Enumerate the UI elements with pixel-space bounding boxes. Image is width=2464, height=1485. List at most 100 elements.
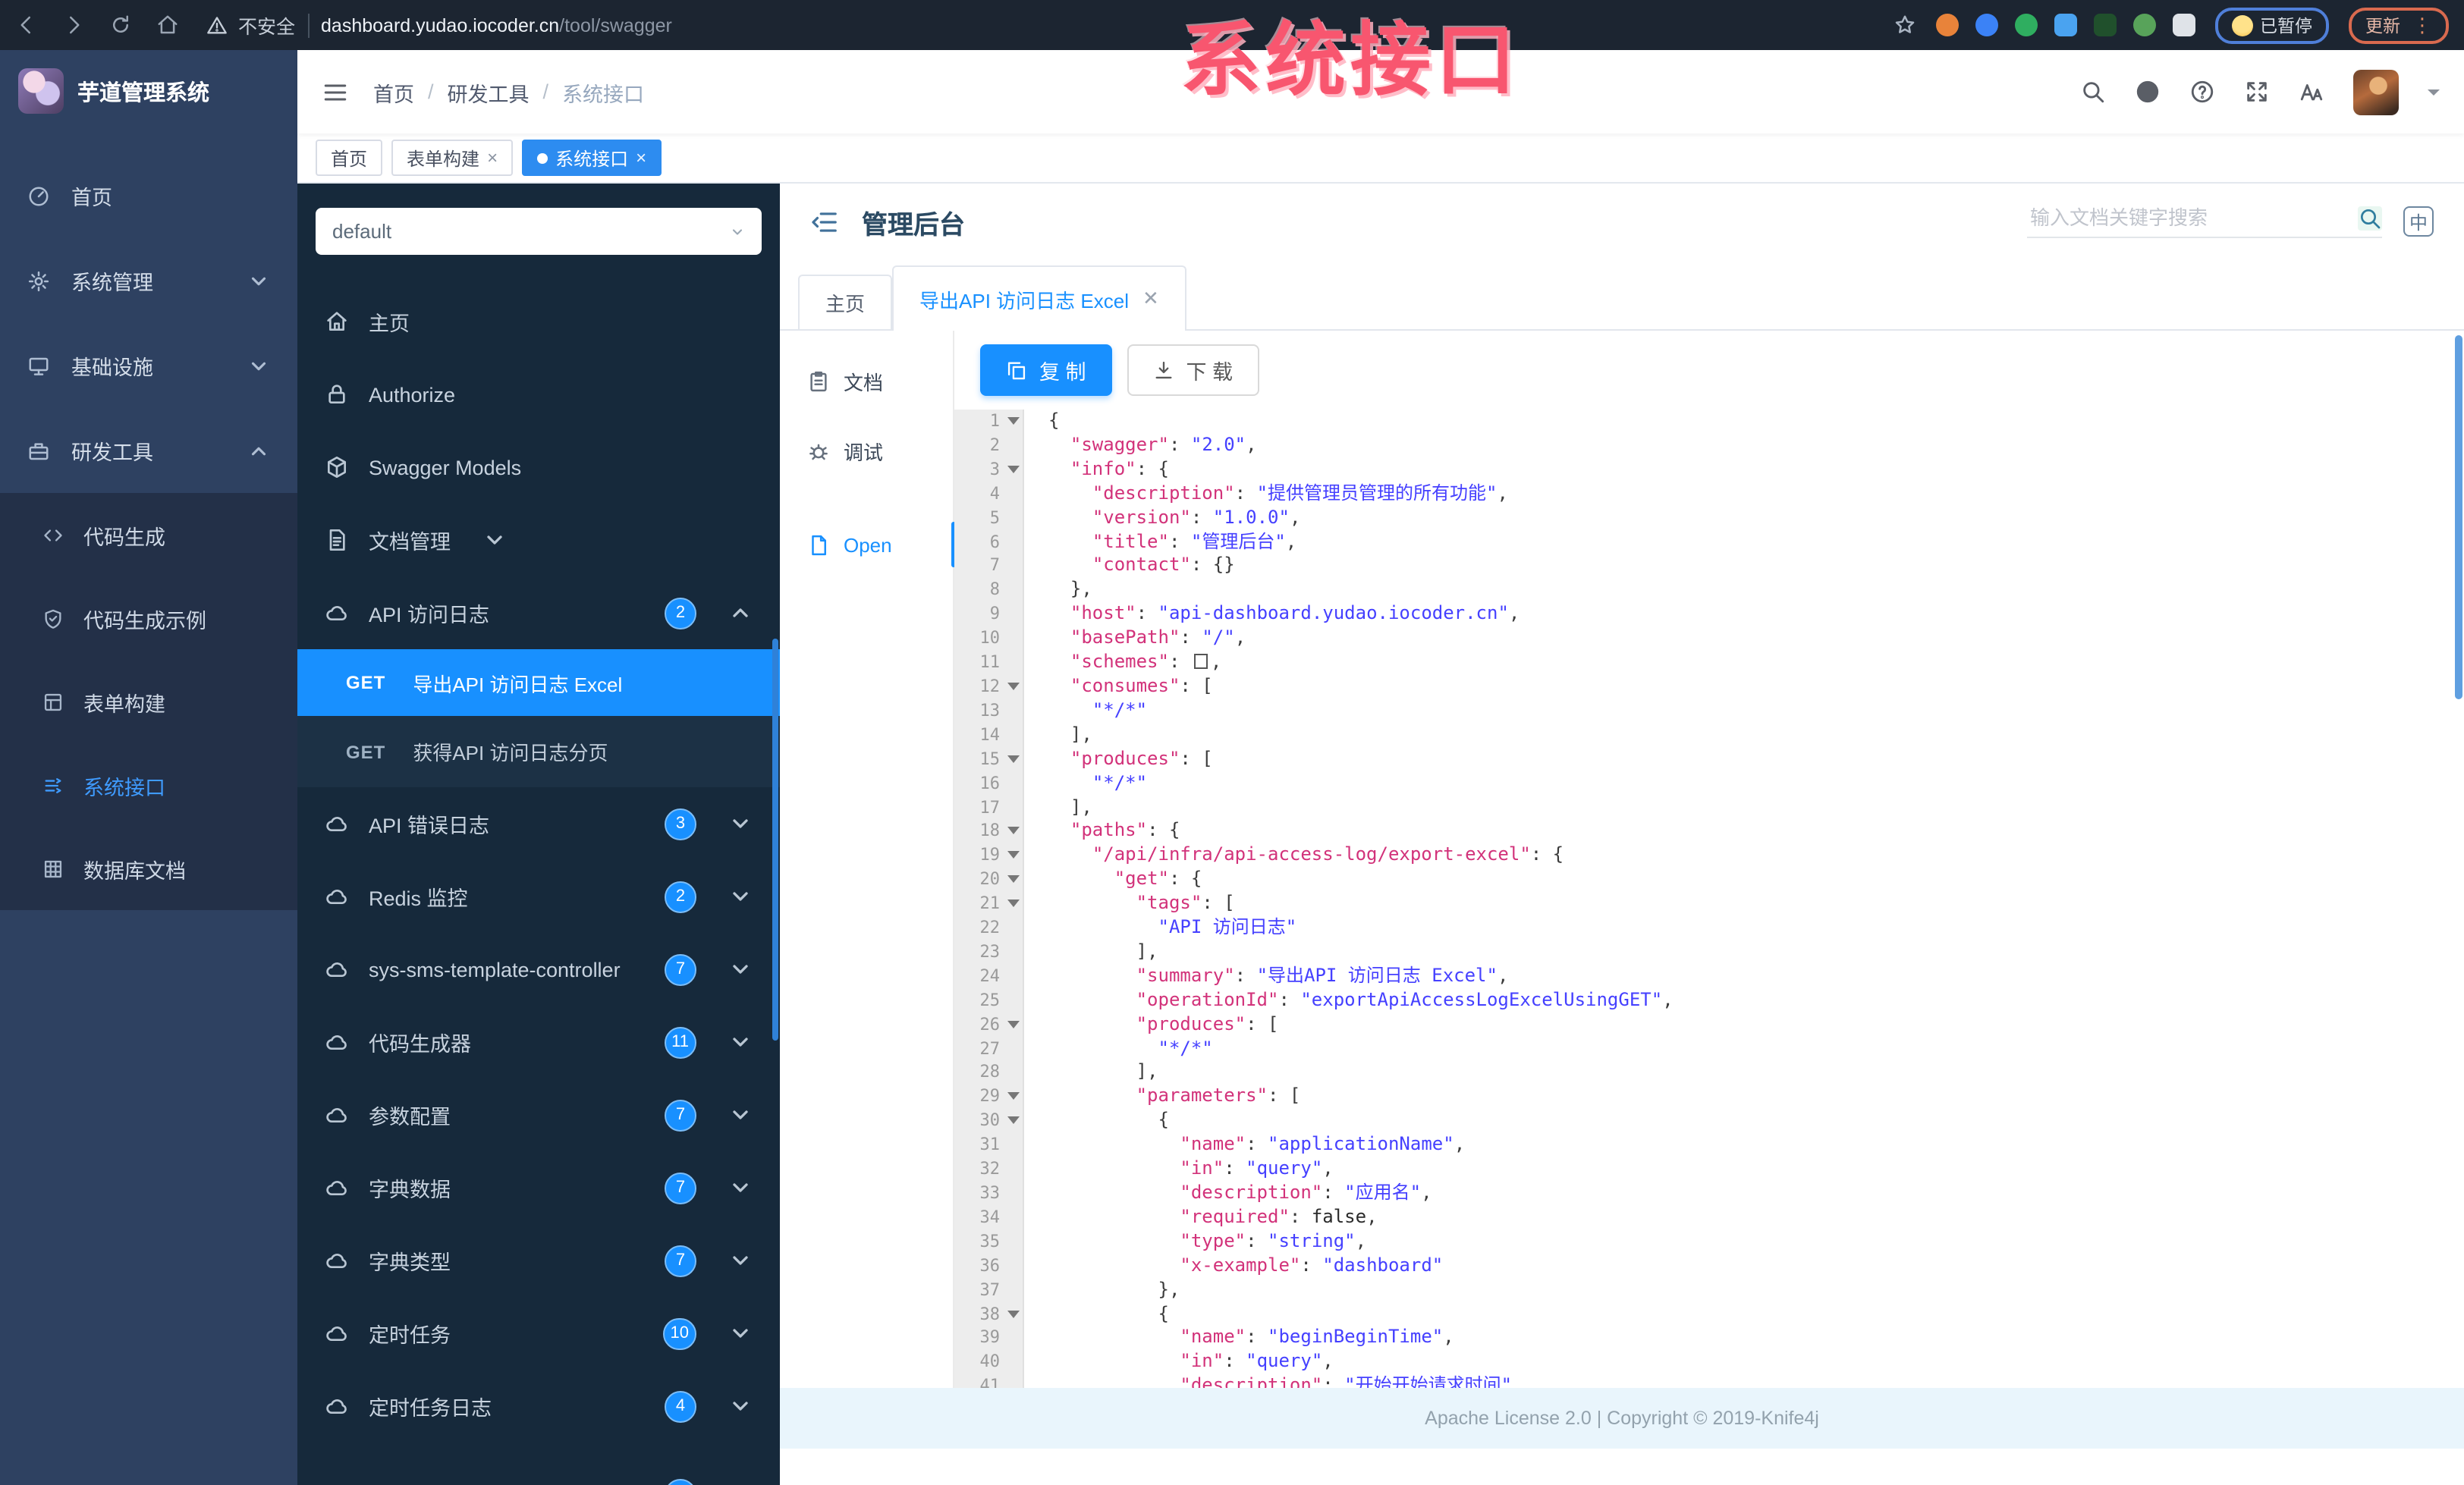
avatar[interactable] [2353,69,2399,115]
swagger-group-字典数据[interactable]: 字典数据 7 [297,1151,780,1224]
code-line: 36 "x-example": "dashboard" [954,1254,2464,1278]
help-icon[interactable] [2189,79,2215,105]
swagger-group-代码生成器[interactable]: 代码生成器 11 [297,1006,780,1078]
ext-orange-icon[interactable] [1935,14,1958,36]
security-chip[interactable]: 不安全 [206,11,295,39]
home-icon[interactable] [156,14,179,36]
paused-extension-badge[interactable]: 已暂停 [2214,7,2329,43]
url-bar[interactable]: dashboard.yudao.iocoder.cn/tool/swagger [321,14,672,36]
api-operation[interactable]: GET 导出API 访问日志 Excel [297,649,780,716]
caret-down-icon[interactable] [2428,89,2440,101]
swagger-group-定时任务[interactable]: 定时任务 10 [297,1297,780,1370]
count-badge: 2 [665,881,696,912]
swagger-nav-主页[interactable]: 主页 [297,285,780,358]
ext-leaf-icon[interactable] [2132,14,2155,36]
font-size-icon[interactable] [2299,79,2324,105]
page-scrollbar[interactable] [2455,335,2462,699]
close-icon[interactable]: ✕ [1142,287,1159,311]
breadcrumb-item[interactable]: 首页 [373,77,414,107]
ext-puzzle-icon[interactable] [2172,14,2195,36]
sidebar-subitem-系统接口[interactable]: 系统接口 [0,743,297,827]
line-number[interactable]: 3 [954,458,1024,482]
rail-item-Open[interactable]: Open [780,510,953,579]
swagger-group-Redis 监控[interactable]: Redis 监控 2 [297,860,780,933]
code-line: 3 "info": { [954,458,2464,482]
close-icon[interactable]: × [487,149,498,167]
logo[interactable]: 芋道管理系统 [0,50,297,132]
swagger-nav-Authorize[interactable]: Authorize [297,358,780,431]
search-icon[interactable] [2080,79,2106,105]
forward-icon[interactable] [62,14,85,36]
close-icon[interactable]: × [636,149,646,167]
screen: 不安全 dashboard.yudao.iocoder.cn/tool/swag… [0,0,2464,1485]
swagger-group-API 错误日志[interactable]: API 错误日志 3 [297,787,780,860]
reload-icon[interactable] [109,14,132,36]
swagger-nav-API 访问日志[interactable]: API 访问日志 2 [297,576,780,649]
sidebar-item-系统管理[interactable]: 系统管理 [0,238,297,323]
code-line: 5 "version": "1.0.0", [954,506,2464,530]
swagger-nav-Swagger Models[interactable]: Swagger Models [297,431,780,504]
language-toggle[interactable]: 中 [2403,206,2434,237]
github-icon[interactable] [2135,79,2161,105]
code-line: 30 { [954,1110,2464,1134]
doc-tab-导出API 访问日志 Excel[interactable]: 导出API 访问日志 Excel ✕ [892,265,1186,331]
line-number: 41 [979,1376,1001,1389]
line-number[interactable]: 30 [954,1110,1024,1134]
api-operation[interactable]: GET 获得API 访问日志分页 [297,716,780,787]
line-number[interactable]: 29 [954,1085,1024,1110]
sidebar-scrollbar[interactable] [772,639,778,1041]
line-number[interactable]: 1 [954,410,1024,434]
sidebar-item-基础设施[interactable]: 基础设施 [0,323,297,408]
hamburger-icon[interactable] [322,78,349,105]
sidebar-subitem-代码生成示例[interactable]: 代码生成示例 [0,576,297,660]
fullscreen-icon[interactable] [2244,79,2270,105]
bookmark-star-icon[interactable] [1893,14,1916,36]
swagger-nav-文档管理[interactable]: 文档管理 [297,504,780,576]
tag-系统接口[interactable]: 系统接口 × [522,140,662,176]
tag-表单构建[interactable]: 表单构建 × [391,140,514,176]
menu-dots-icon[interactable]: ⋮ [2412,13,2432,37]
line-number[interactable]: 20 [954,868,1024,892]
line-number[interactable]: 38 [954,1302,1024,1326]
line-number[interactable]: 15 [954,747,1024,771]
ext-blue-grid-icon[interactable] [2054,14,2076,36]
breadcrumb-item[interactable]: 研发工具 [448,77,530,107]
swagger-group-岗位[interactable]: 岗位 [297,1458,780,1485]
sidebar-item-首页[interactable]: 首页 [0,153,297,238]
collapse-menu-icon[interactable] [810,207,839,236]
breadcrumb-item[interactable]: 系统接口 [562,77,644,107]
swagger-group-label: sys-sms-template-controller [369,958,621,981]
line-number[interactable]: 26 [954,1012,1024,1037]
fold-caret-icon [1007,1116,1020,1131]
line-number[interactable]: 12 [954,675,1024,699]
line-number[interactable]: 21 [954,892,1024,916]
doc-search-icon[interactable] [2358,206,2382,230]
swagger-group-label: API 错误日志 [369,815,490,837]
group-select[interactable]: default [316,208,762,255]
ext-blue-drop-icon[interactable] [1975,14,1997,36]
doc-search-input[interactable] [2027,205,2358,231]
code-editor[interactable]: 1{2 "swagger": "2.0", 3 "info": {4 "descr… [954,410,2464,1388]
line-number[interactable]: 18 [954,820,1024,844]
sidebar-subitem-数据库文档[interactable]: 数据库文档 [0,827,297,910]
swagger-group-定时任务日志[interactable]: 定时任务日志 4 [297,1370,780,1443]
tag-首页[interactable]: 首页 [316,140,383,176]
sidebar-subitem-代码生成[interactable]: 代码生成 [0,493,297,576]
copy-button[interactable]: 复 制 [980,344,1112,396]
chrome-update-badge[interactable]: 更新 ⋮ [2349,7,2449,43]
doc-tab-主页[interactable]: 主页 [798,275,893,329]
ext-green-check-icon[interactable] [2014,14,2037,36]
swagger-group-sys-sms-template-controller[interactable]: sys-sms-template-controller 7 [297,933,780,1006]
swagger-group-字典类型[interactable]: 字典类型 7 [297,1224,780,1297]
sidebar-item-研发工具[interactable]: 研发工具 [0,408,297,493]
back-icon[interactable] [15,14,38,36]
rail-item-文档[interactable]: 文档 [780,346,953,416]
sidebar-subitem-表单构建[interactable]: 表单构建 [0,660,297,743]
fold-caret-icon [1007,851,1020,865]
download-button[interactable]: 下 载 [1127,344,1259,396]
rail-item-调试[interactable]: 调试 [780,416,953,485]
sidebar-subitem-label: 代码生成示例 [83,609,206,632]
line-number[interactable]: 19 [954,844,1024,868]
swagger-group-参数配置[interactable]: 参数配置 7 [297,1078,780,1151]
ext-dark-green-icon[interactable] [2093,14,2116,36]
